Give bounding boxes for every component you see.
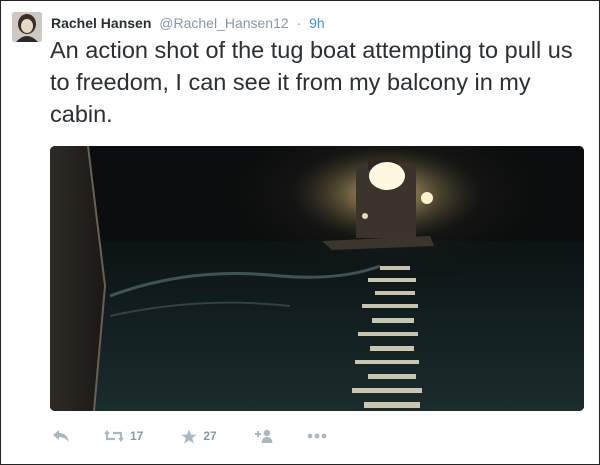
more-button[interactable] (307, 433, 327, 439)
retweet-button[interactable]: 17 (104, 429, 143, 443)
follow-icon (254, 429, 273, 443)
tugboat-night-photo (50, 146, 584, 411)
star-icon (181, 429, 197, 443)
avatar[interactable] (12, 12, 42, 42)
reply-button[interactable] (52, 429, 70, 443)
retweet-icon (104, 430, 124, 442)
tweet-header: Rachel Hansen @Rachel_Hansen12 · 9h (51, 15, 325, 32)
tweet-actions: 17 27 (50, 426, 327, 446)
more-icon (307, 433, 327, 439)
follow-button[interactable] (253, 429, 273, 443)
tweet-card: Rachel Hansen @Rachel_Hansen12 · 9h An a… (0, 0, 600, 465)
retweet-count: 17 (130, 429, 144, 443)
avatar-image (12, 12, 42, 42)
tweet-text: An action shot of the tug boat attemptin… (50, 37, 573, 127)
author-name[interactable]: Rachel Hansen (51, 15, 151, 31)
reply-icon (53, 430, 69, 442)
author-handle[interactable]: @Rachel_Hansen12 (159, 15, 288, 31)
favorite-button[interactable]: 27 (181, 429, 217, 444)
tweet-photo[interactable] (50, 146, 584, 411)
favorite-count: 27 (203, 429, 217, 443)
header-separator: · (296, 15, 302, 31)
tweet-timestamp[interactable]: 9h (309, 15, 325, 31)
